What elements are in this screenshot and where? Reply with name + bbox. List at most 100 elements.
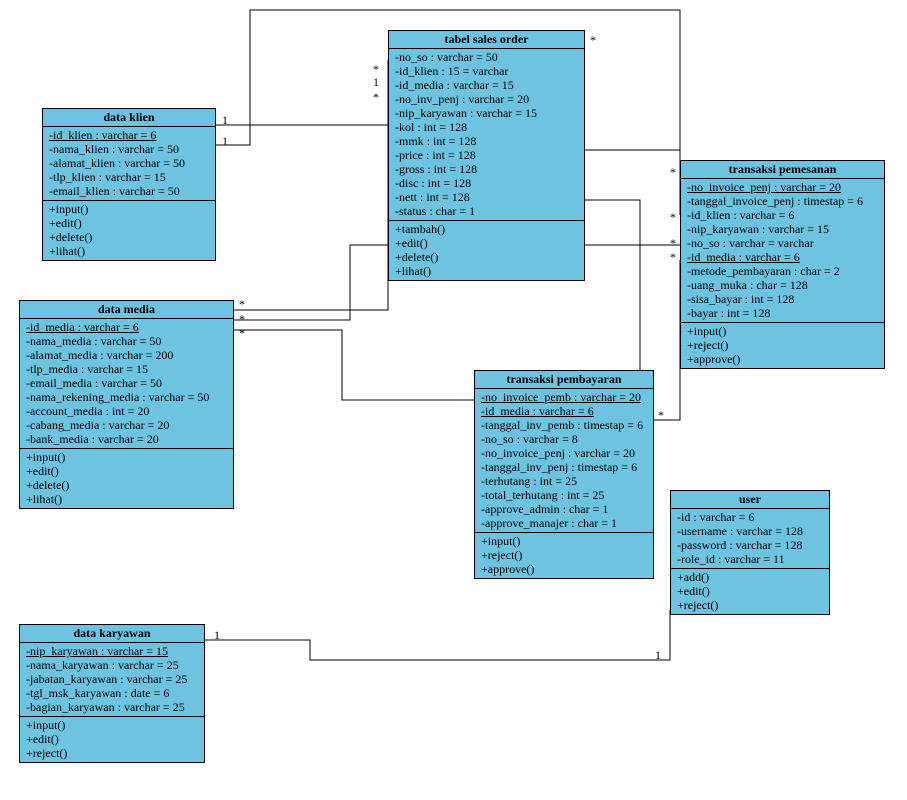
class-transaksi-pemesanan: transaksi pemesanan-no_invoice_penj : va… (680, 160, 885, 369)
class-attribute: -alamat_media : varchar = 200 (26, 348, 227, 362)
class-operation: +edit() (49, 216, 209, 230)
class-data-klien: data klien-id_klien : varchar = 6-nama_k… (42, 108, 216, 261)
class-operation: +add() (677, 570, 823, 584)
class-data-media: data media-id_media : varchar = 6-nama_m… (19, 300, 234, 509)
class-operation: +input() (687, 324, 878, 338)
class-attribute: -price : int = 128 (395, 148, 578, 162)
class-attributes: -id : varchar = 6-username : varchar = 1… (671, 509, 829, 569)
class-transaksi-pembayaran: transaksi pembayaran-no_invoice_pemb : v… (474, 370, 654, 579)
class-operations: +input()+edit()+delete()+lihat() (20, 449, 233, 508)
class-attribute: -username : varchar = 128 (677, 524, 823, 538)
class-title: data media (20, 301, 233, 319)
class-attributes: -nip_karyawan : varchar = 15-nama_karyaw… (20, 643, 204, 717)
class-title: user (671, 491, 829, 509)
class-attribute: -jabatan_karyawan : varchar = 25 (26, 672, 198, 686)
class-attributes: -no_invoice_penj : varchar = 20-tanggal_… (681, 179, 884, 323)
uml-canvas: 1 * 1 * 1 * * * * * * * * * 1 1 data kli… (0, 0, 907, 800)
class-attribute: -tlp_media : varchar = 15 (26, 362, 227, 376)
mult-media-sales-right: 1 (373, 75, 379, 90)
class-user: user-id : varchar = 6-username : varchar… (670, 490, 830, 615)
mult-pemb-pemesanan: * (658, 408, 664, 423)
class-attribute: -gross : int = 128 (395, 162, 578, 176)
class-attribute: -metode_pembayaran : char = 2 (687, 264, 878, 278)
class-operation: +edit() (26, 732, 198, 746)
class-operation: +lihat() (395, 264, 578, 278)
class-operations: +tambah()+edit()+delete()+lihat() (389, 221, 584, 280)
class-attribute: -bayar : int = 128 (687, 306, 878, 320)
class-attribute: -no_so : varchar = varchar (687, 236, 878, 250)
class-attribute: -id_media : varchar = 6 (481, 404, 647, 418)
mult-karyawan-user-r: 1 (655, 648, 661, 663)
class-attribute: -no_inv_penj : varchar = 20 (395, 92, 578, 106)
class-attribute: -uang_muka : char = 128 (687, 278, 878, 292)
class-attribute: -no_invoice_penj : varchar = 20 (687, 180, 878, 194)
class-operation: +input() (26, 450, 227, 464)
class-operation: +input() (481, 534, 647, 548)
class-attribute: -terhutang : int = 25 (481, 474, 647, 488)
class-attribute: -nama_rekening_media : varchar = 50 (26, 390, 227, 404)
class-attribute: -tgl_msk_karyawan : date = 6 (26, 686, 198, 700)
class-attribute: -id_media : varchar = 6 (687, 250, 878, 264)
class-operation: +input() (26, 718, 198, 732)
class-attribute: -email_klien : varchar = 50 (49, 184, 209, 198)
class-attributes: -id_klien : varchar = 6-nama_klien : var… (43, 127, 215, 201)
class-operation: +delete() (395, 250, 578, 264)
class-attribute: -status : char = 1 (395, 204, 578, 218)
class-operation: +input() (49, 202, 209, 216)
mult-klien-sales-left: 1 (222, 113, 228, 128)
class-attribute: -tlp_klien : varchar = 15 (49, 170, 209, 184)
class-operation: +approve() (481, 562, 647, 576)
class-attribute: -nip_karyawan : varchar = 15 (26, 644, 198, 658)
class-operation: +delete() (49, 230, 209, 244)
class-attribute: -nett : int = 128 (395, 190, 578, 204)
class-attribute: -id_media : varchar = 6 (26, 320, 227, 334)
class-attributes: -no_invoice_pemb : varchar = 20-id_media… (475, 389, 653, 533)
mult-pemesanan-2: * (670, 210, 676, 225)
class-attribute: -tanggal_inv_penj : timestap = 6 (481, 460, 647, 474)
class-attribute: -no_invoice_pemb : varchar = 20 (481, 390, 647, 404)
class-attribute: -kol : int = 128 (395, 120, 578, 134)
mult-pemesanan-1: * (670, 165, 676, 180)
mult-sales-extra: * (373, 90, 379, 105)
class-attribute: -disc : int = 128 (395, 176, 578, 190)
class-attribute: -tanggal_invoice_penj : timestap = 6 (687, 194, 878, 208)
class-attribute: -no_so : varchar = 50 (395, 50, 578, 64)
class-operation: +approve() (687, 352, 878, 366)
class-tabel-sales-order: tabel sales order-no_so : varchar = 50-i… (388, 30, 585, 281)
class-attribute: -alamat_klien : varchar = 50 (49, 156, 209, 170)
class-title: tabel sales order (389, 31, 584, 49)
class-attribute: -nama_media : varchar = 50 (26, 334, 227, 348)
class-operation: +reject() (26, 746, 198, 760)
class-attribute: -approve_manajer : char = 1 (481, 516, 647, 530)
class-attribute: -approve_admin : char = 1 (481, 502, 647, 516)
mult-klien-pemesanan-l: 1 (222, 134, 228, 149)
mult-sales-pemesanan-l: * (590, 33, 596, 48)
class-title: data klien (43, 109, 215, 127)
class-attribute: -tanggal_inv_pemb : timestap = 6 (481, 418, 647, 432)
mult-media-top3: * (239, 326, 245, 341)
class-attribute: -nama_karyawan : varchar = 25 (26, 658, 198, 672)
class-attribute: -no_so : varchar = 8 (481, 432, 647, 446)
class-attributes: -no_so : varchar = 50-id_klien : 15 = va… (389, 49, 584, 221)
class-operation: +lihat() (26, 492, 227, 506)
class-operations: +add()+edit()+reject() (671, 569, 829, 614)
class-attribute: -cabang_media : varchar = 20 (26, 418, 227, 432)
class-title: data karyawan (20, 625, 204, 643)
class-attribute: -total_terhutang : int = 25 (481, 488, 647, 502)
class-operation: +edit() (395, 236, 578, 250)
class-attribute: -role_id : varchar = 11 (677, 552, 823, 566)
class-attribute: -bagian_karyawan : varchar = 25 (26, 700, 198, 714)
class-attribute: -nama_klien : varchar = 50 (49, 142, 209, 156)
class-attribute: -account_media : int = 20 (26, 404, 227, 418)
class-operation: +delete() (26, 478, 227, 492)
class-attribute: -no_invoice_penj : varchar = 20 (481, 446, 647, 460)
class-attribute: -id_klien : 15 = varchar (395, 64, 578, 78)
class-operations: +input()+edit()+delete()+lihat() (43, 201, 215, 260)
class-attributes: -id_media : varchar = 6-nama_media : var… (20, 319, 233, 449)
class-title: transaksi pemesanan (681, 161, 884, 179)
class-operations: +input()+reject()+approve() (475, 533, 653, 578)
class-data-karyawan: data karyawan-nip_karyawan : varchar = 1… (19, 624, 205, 763)
mult-media-top1: * (239, 297, 245, 312)
class-attribute: -id_media : varchar = 15 (395, 78, 578, 92)
class-attribute: -id_klien : varchar = 6 (687, 208, 878, 222)
